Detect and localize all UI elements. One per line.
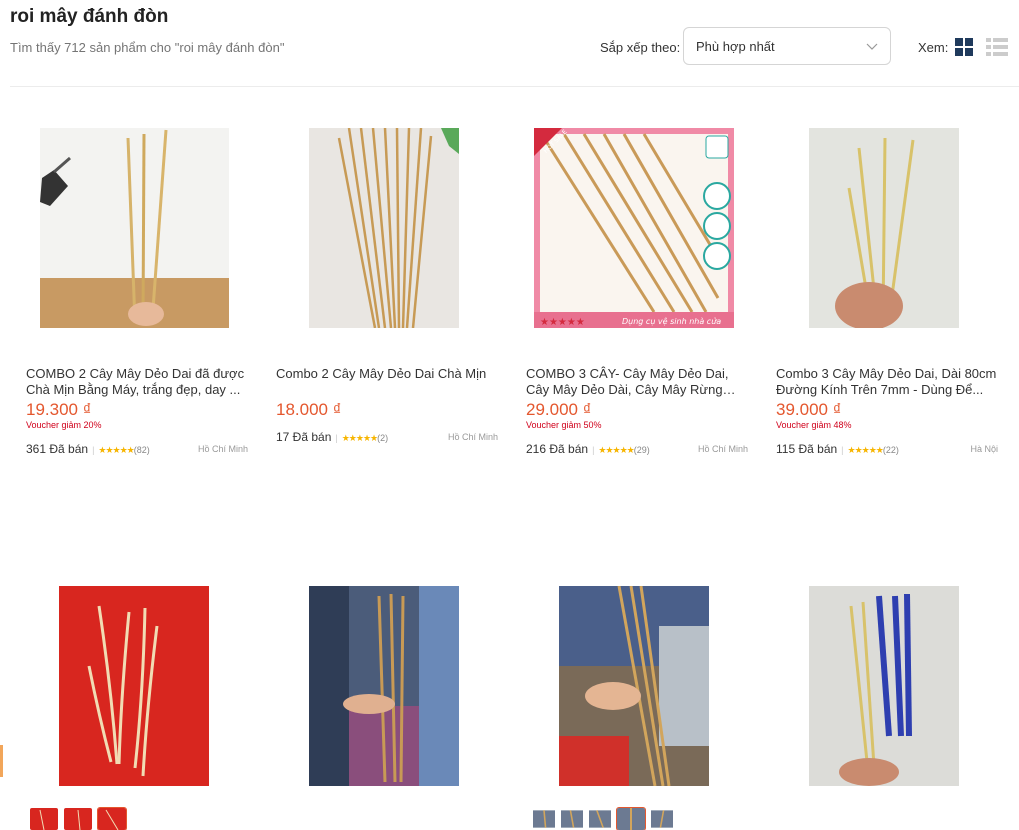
results-count: Tìm thấy 712 sản phẩm cho "roi mây đánh … — [10, 40, 285, 55]
product-price: 39.000 ₫ — [776, 400, 842, 419]
product-price: 18.000 ₫ — [276, 400, 342, 419]
review-count: (82) — [133, 445, 150, 455]
svg-text:★★★★★: ★★★★★ — [540, 317, 585, 328]
rating-stars: ★★★★★ — [98, 445, 134, 455]
scroll-edge-marker — [0, 745, 3, 777]
product-image[interactable] — [309, 586, 459, 786]
product-image — [40, 128, 229, 328]
product-name[interactable]: COMBO 2 Cây Mây Dẻo Dai đã được Chà Mịn … — [26, 366, 248, 398]
product-image[interactable] — [59, 586, 209, 786]
product-card[interactable]: Combo 2 Cây Mây Dẻo Dai Chà Mịn 18.000 ₫… — [276, 128, 506, 498]
variant-thumb[interactable] — [533, 808, 555, 830]
sort-dropdown[interactable]: Phù hợp nhất — [683, 27, 891, 65]
product-name-partial[interactable]: ... ... ... ... ... — [340, 824, 409, 830]
rating-stars: ★★★★★ — [341, 433, 378, 443]
sort-value: Phù hợp nhất — [696, 39, 775, 54]
variant-swatches — [533, 807, 673, 830]
product-card[interactable]: COMBO 2 Cây Mây Dẻo Dai đã được Chà Mịn … — [26, 128, 256, 498]
product-price: 29.000 ₫ — [526, 400, 592, 419]
variant-thumb[interactable] — [64, 808, 92, 830]
product-image: ★★★★★ Dụng cụ vệ sinh nhà cửa HOT SALE — [534, 128, 734, 328]
rating-stars: ★★★★★ — [598, 445, 634, 455]
variant-thumb[interactable] — [97, 807, 127, 830]
view-label: Xem: — [918, 40, 949, 55]
page-title: roi mây đánh đòn — [10, 6, 169, 27]
location: Hà Nội — [970, 444, 998, 454]
voucher-label: Voucher giảm 50% — [526, 420, 602, 430]
variant-thumb[interactable] — [589, 808, 611, 830]
variant-thumb[interactable] — [651, 808, 673, 830]
banner-text: Dụng cụ vệ sinh nhà cửa — [622, 316, 721, 326]
product-card[interactable]: ★★★★★ Dụng cụ vệ sinh nhà cửa HOT SALE C… — [526, 128, 756, 498]
product-meta: 216 Đã bán | ★★★★★(29) Hồ Chí Minh — [526, 442, 748, 456]
product-price: 19.300 ₫ — [26, 400, 92, 419]
product-image — [309, 128, 459, 328]
list-view-icon[interactable] — [986, 38, 1008, 56]
variant-swatches — [30, 807, 127, 830]
review-count: (29) — [633, 445, 650, 455]
header-divider — [10, 86, 1019, 87]
product-name[interactable]: Combo 2 Cây Mây Dẻo Dai Chà Mịn — [276, 366, 498, 382]
product-meta: 361 Đã bán | ★★★★★(82) Hồ Chí Minh — [26, 442, 248, 456]
location: Hồ Chí Minh — [197, 444, 248, 454]
chevron-down-icon — [866, 43, 878, 50]
product-image — [809, 128, 959, 328]
product-name[interactable]: Combo 3 Cây Mây Dẻo Dai, Dài 80cm Đường … — [776, 366, 998, 398]
sold-count: 361 Đã bán — [26, 442, 89, 456]
sold-count: 17 Đã bán — [276, 430, 332, 444]
product-meta: 115 Đã bán | ★★★★★(22) Hà Nội — [776, 442, 998, 456]
variant-thumb[interactable] — [616, 807, 646, 830]
location: Hồ Chí Minh — [697, 444, 748, 454]
voucher-label: Voucher giảm 48% — [776, 420, 852, 430]
review-count: (22) — [882, 445, 899, 455]
review-count: (2) — [377, 433, 389, 443]
location: Hồ Chí Minh — [447, 432, 498, 442]
sort-label: Sắp xếp theo: — [600, 40, 681, 55]
product-name[interactable]: COMBO 3 CÂY- Cây Mây Dẻo Dai, Cây Mây Dẻ… — [526, 366, 748, 398]
grid-view-icon[interactable] — [955, 38, 973, 56]
product-meta: 17 Đã bán | ★★★★★(2) Hồ Chí Minh — [276, 430, 498, 444]
voucher-label: Voucher giảm 20% — [26, 420, 102, 430]
product-name-partial[interactable]: ... ... ... ... ... ... ... — [790, 824, 888, 830]
product-image[interactable] — [559, 586, 709, 786]
variant-thumb[interactable] — [30, 808, 58, 830]
variant-thumb[interactable] — [561, 808, 583, 830]
rating-stars: ★★★★★ — [847, 445, 884, 455]
sold-count: 115 Đã bán — [776, 442, 838, 456]
product-image[interactable] — [809, 586, 959, 786]
product-card[interactable]: Combo 3 Cây Mây Dẻo Dai, Dài 80cm Đường … — [776, 128, 1006, 498]
sold-count: 216 Đã bán — [526, 442, 589, 456]
